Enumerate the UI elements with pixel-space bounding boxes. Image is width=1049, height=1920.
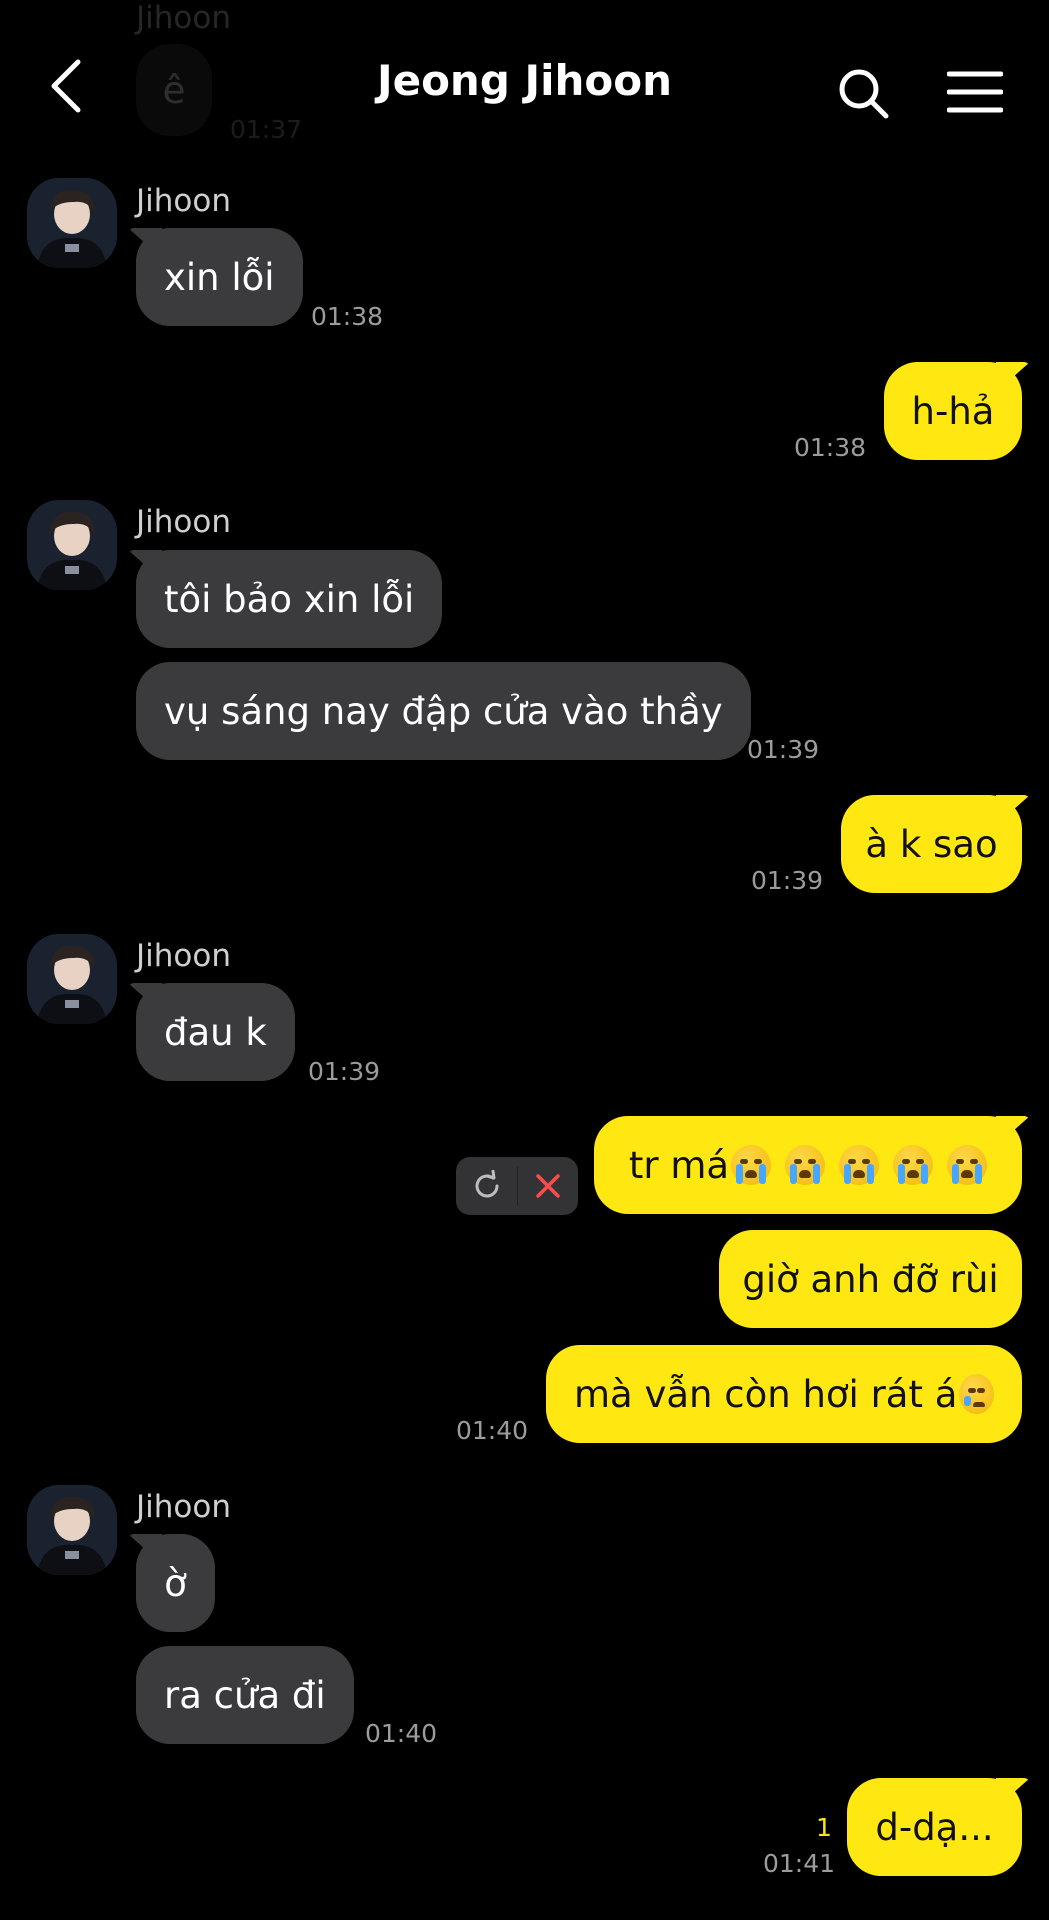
loudly-crying-face-icon (731, 1145, 772, 1185)
face-holding-back-tears-icon (959, 1374, 994, 1414)
message-time: 01:40 (365, 1719, 438, 1748)
close-icon[interactable] (517, 1157, 578, 1215)
message-text: d-dạ... (875, 1805, 994, 1849)
sender-name: Jihoon (136, 938, 231, 974)
retry-icon[interactable] (456, 1157, 517, 1215)
message-bubble[interactable]: mà vẫn còn hơi rát á (546, 1345, 1022, 1443)
message-text: h-hả (911, 389, 995, 433)
message-time: 01:40 (456, 1416, 529, 1445)
sender-name: Jihoon (136, 1489, 231, 1525)
message-bubble[interactable]: ra cửa đi (136, 1646, 354, 1744)
message-time: 01:41 (763, 1849, 836, 1878)
avatar[interactable] (27, 178, 117, 268)
message-bubble[interactable]: tôi bảo xin lỗi (136, 550, 443, 648)
loudly-crying-face-icon (947, 1145, 988, 1185)
loudly-crying-face-icon (893, 1145, 934, 1185)
avatar[interactable] (27, 934, 117, 1024)
failed-message-actions (456, 1157, 578, 1215)
chat-header: Jeong Jihoon (0, 0, 1049, 130)
message-bubble[interactable]: vụ sáng nay đập cửa vào thầy (136, 662, 751, 760)
message-bubble[interactable]: h-hả (884, 362, 1022, 460)
message-bubble[interactable]: ờ (136, 1534, 215, 1632)
message-time: 01:38 (794, 433, 867, 462)
sender-name: Jihoon (136, 183, 231, 219)
message-text: tr má (628, 1143, 730, 1187)
message-time: 01:39 (308, 1057, 381, 1086)
message-time: 01:39 (747, 735, 820, 764)
sender-name: Jihoon (136, 504, 231, 540)
message-time: 01:39 (751, 866, 824, 895)
hamburger-menu-icon[interactable] (947, 70, 1003, 114)
message-bubble[interactable]: à k sao (841, 795, 1022, 893)
message-bubble[interactable]: xin lỗi (136, 228, 303, 326)
message-time: 01:38 (311, 302, 384, 331)
avatar[interactable] (27, 1485, 117, 1575)
message-text: à k sao (865, 822, 998, 866)
message-text: mà vẫn còn hơi rát á (574, 1372, 958, 1416)
message-text: vụ sáng nay đập cửa vào thầy (164, 689, 723, 733)
message-text: xin lỗi (164, 255, 275, 299)
message-text: giờ anh đỡ rùi (742, 1257, 999, 1301)
loudly-crying-face-icon (839, 1145, 880, 1185)
search-icon[interactable] (838, 68, 890, 120)
message-text: ờ (164, 1561, 187, 1605)
message-bubble[interactable]: đau k (136, 983, 295, 1081)
page-title: Jeong Jihoon (376, 56, 673, 105)
avatar[interactable] (27, 500, 117, 590)
message-bubble[interactable]: giờ anh đỡ rùi (719, 1230, 1022, 1328)
message-bubble[interactable]: tr má (594, 1116, 1022, 1214)
message-text: ra cửa đi (164, 1673, 326, 1717)
loudly-crying-face-icon (785, 1145, 826, 1185)
message-bubble[interactable]: d-dạ... (847, 1778, 1022, 1876)
unread-count: 1 (816, 1813, 832, 1842)
message-text: tôi bảo xin lỗi (164, 577, 415, 621)
message-text: đau k (164, 1010, 267, 1054)
